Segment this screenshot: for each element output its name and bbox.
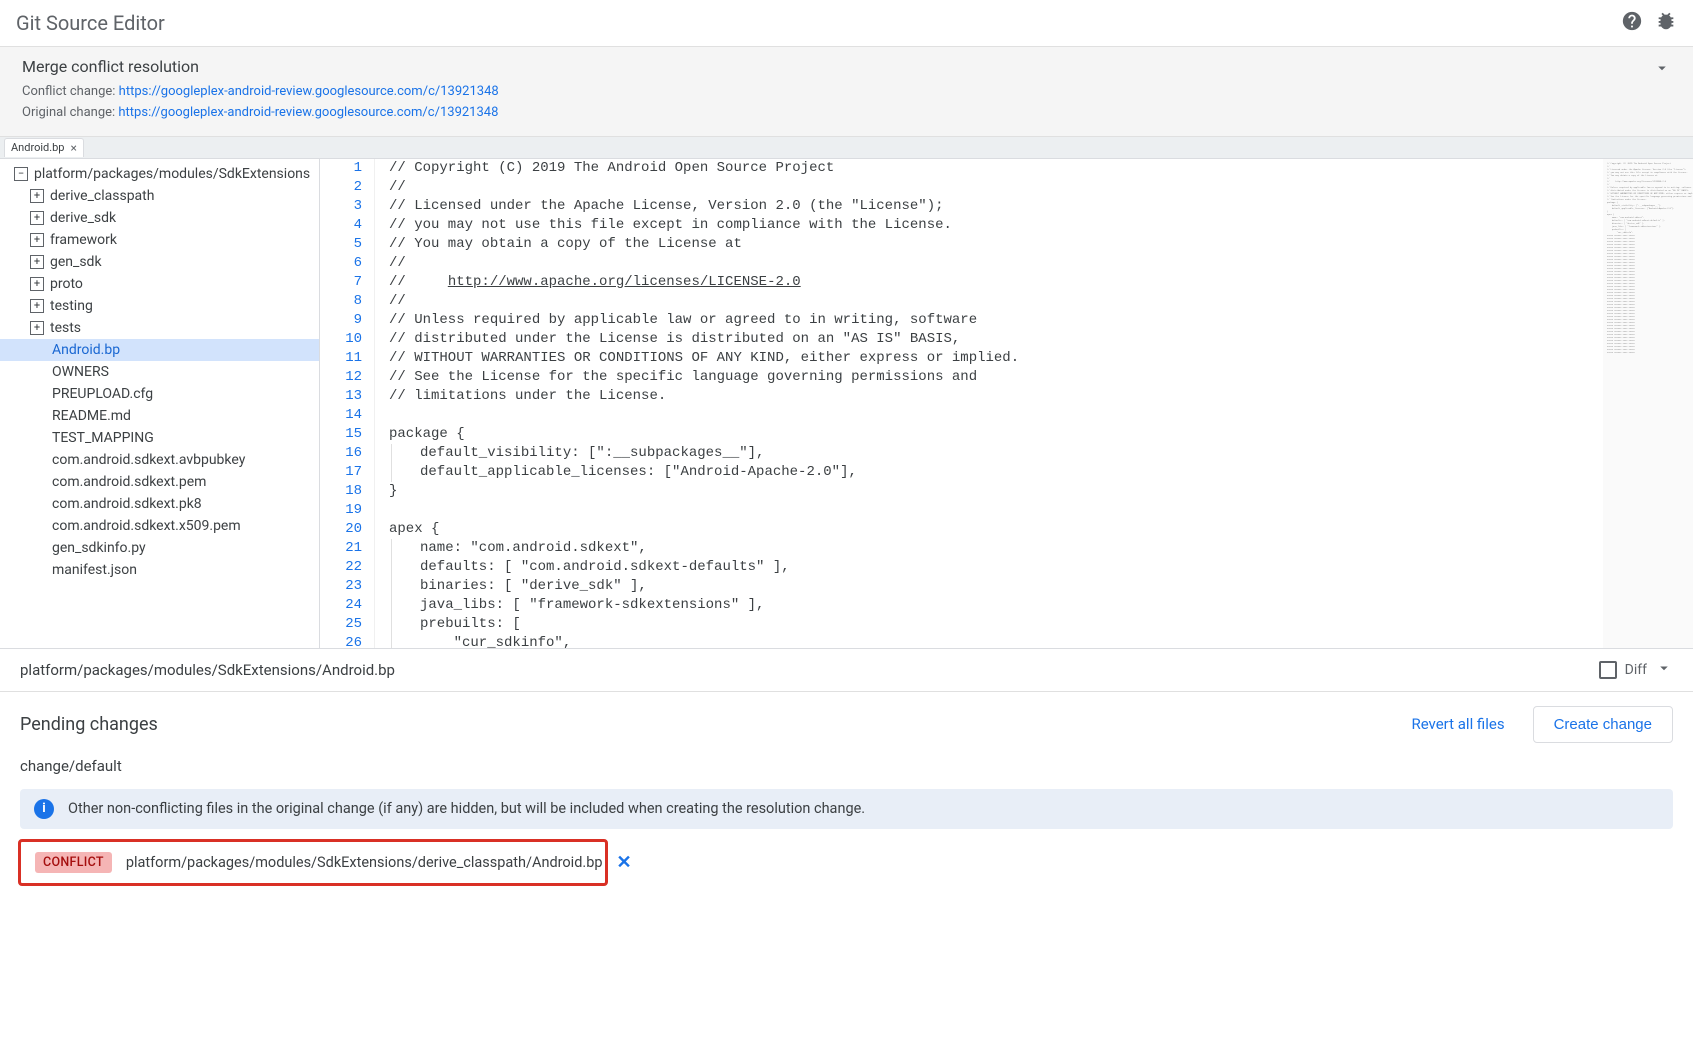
tree-folder[interactable]: + proto [0, 273, 319, 295]
tree-file[interactable]: Android.bp [0, 339, 319, 361]
tree-folder-label: derive_classpath [50, 188, 154, 204]
tree-file[interactable]: TEST_MAPPING [0, 427, 319, 449]
tree-file-label: OWNERS [52, 364, 109, 380]
tree-folder-label: derive_sdk [50, 210, 116, 226]
tree-file[interactable]: com.android.sdkext.pem [0, 471, 319, 493]
expand-icon[interactable]: + [30, 233, 44, 247]
close-icon[interactable]: × [70, 141, 76, 155]
tree-file-label: com.android.sdkext.avbpubkey [52, 452, 245, 468]
diff-label: Diff [1625, 662, 1647, 678]
info-icon: i [34, 799, 54, 819]
tree-file-label: Android.bp [52, 342, 120, 358]
tree-folder[interactable]: + testing [0, 295, 319, 317]
original-change-link[interactable]: https://googleplex-android-review.google… [118, 105, 498, 120]
tree-file-label: manifest.json [52, 562, 137, 578]
tree-file[interactable]: manifest.json [0, 559, 319, 581]
tree-folder[interactable]: + framework [0, 229, 319, 251]
tree-folder-label: proto [50, 276, 83, 292]
conflict-row[interactable]: CONFLICT platform/packages/modules/SdkEx… [18, 839, 608, 886]
expand-toggle[interactable] [1653, 59, 1671, 81]
change-name: change/default [20, 757, 1673, 775]
file-tab[interactable]: Android.bp × [4, 138, 84, 157]
minimap[interactable]: // Copyright (C) 2019 The Android Open S… [1603, 159, 1693, 648]
code-editor[interactable]: 1234567891011121314151617181920212223242… [320, 159, 1693, 648]
tree-folder[interactable]: + derive_sdk [0, 207, 319, 229]
line-gutter: 1234567891011121314151617181920212223242… [320, 159, 375, 648]
tree-file-label: com.android.sdkext.x509.pem [52, 518, 241, 534]
tree-root-label: platform/packages/modules/SdkExtensions [34, 166, 310, 182]
tree-file-label: PREUPLOAD.cfg [52, 386, 153, 402]
collapse-icon[interactable]: − [14, 167, 28, 181]
pending-title: Pending changes [20, 714, 1411, 735]
revert-all-link[interactable]: Revert all files [1411, 715, 1504, 733]
merge-title: Merge conflict resolution [22, 57, 1671, 76]
app-header: Git Source Editor [0, 0, 1693, 47]
file-tree[interactable]: − platform/packages/modules/SdkExtension… [0, 159, 320, 648]
create-change-button[interactable]: Create change [1533, 706, 1673, 743]
tree-file[interactable]: com.android.sdkext.x509.pem [0, 515, 319, 537]
app-title: Git Source Editor [16, 11, 1621, 35]
chevron-down-icon[interactable] [1655, 659, 1673, 681]
tree-folder-label: gen_sdk [50, 254, 102, 270]
tree-folder-label: testing [50, 298, 93, 314]
tree-folder-label: tests [50, 320, 81, 336]
expand-icon[interactable]: + [30, 189, 44, 203]
original-change-label: Original change: [22, 105, 118, 120]
original-change-row: Original change: https://googleplex-andr… [22, 103, 1671, 124]
editor-tabbar: Android.bp × [0, 137, 1693, 159]
tree-file[interactable]: PREUPLOAD.cfg [0, 383, 319, 405]
discard-conflict-icon[interactable]: ✕ [616, 852, 631, 873]
tree-folder[interactable]: + tests [0, 317, 319, 339]
help-icon[interactable] [1621, 10, 1643, 36]
expand-icon[interactable]: + [30, 277, 44, 291]
info-banner: i Other non-conflicting files in the ori… [20, 789, 1673, 829]
conflict-change-link[interactable]: https://googleplex-android-review.google… [119, 84, 499, 99]
tree-file[interactable]: README.md [0, 405, 319, 427]
merge-conflict-panel: Merge conflict resolution Conflict chang… [0, 47, 1693, 137]
tree-file-label: gen_sdkinfo.py [52, 540, 146, 556]
file-path: platform/packages/modules/SdkExtensions/… [20, 661, 1599, 679]
tree-folder-label: framework [50, 232, 117, 248]
tree-file-label: TEST_MAPPING [52, 430, 154, 446]
tree-file-label: README.md [52, 408, 131, 424]
expand-icon[interactable]: + [30, 299, 44, 313]
diff-checkbox[interactable] [1599, 661, 1617, 679]
conflict-change-row: Conflict change: https://googleplex-andr… [22, 82, 1671, 103]
path-bar: platform/packages/modules/SdkExtensions/… [0, 649, 1693, 692]
tree-file[interactable]: com.android.sdkext.pk8 [0, 493, 319, 515]
tree-file[interactable]: gen_sdkinfo.py [0, 537, 319, 559]
expand-icon[interactable]: + [30, 321, 44, 335]
conflict-badge: CONFLICT [35, 852, 112, 873]
info-text: Other non-conflicting files in the origi… [68, 800, 865, 817]
conflict-change-label: Conflict change: [22, 84, 119, 99]
tree-folder[interactable]: + derive_classpath [0, 185, 319, 207]
code-body[interactable]: // Copyright (C) 2019 The Android Open S… [375, 159, 1603, 648]
tree-file[interactable]: OWNERS [0, 361, 319, 383]
expand-icon[interactable]: + [30, 255, 44, 269]
tree-file[interactable]: com.android.sdkext.avbpubkey [0, 449, 319, 471]
tree-file-label: com.android.sdkext.pk8 [52, 496, 202, 512]
expand-icon[interactable]: + [30, 211, 44, 225]
conflict-file-path: platform/packages/modules/SdkExtensions/… [126, 854, 603, 871]
tree-file-label: com.android.sdkext.pem [52, 474, 206, 490]
main-split: − platform/packages/modules/SdkExtension… [0, 159, 1693, 649]
license-link[interactable]: http://www.apache.org/licenses/LICENSE-2… [448, 274, 801, 290]
tab-label: Android.bp [11, 141, 64, 154]
diff-control[interactable]: Diff [1599, 659, 1673, 681]
tree-folder[interactable]: + gen_sdk [0, 251, 319, 273]
bug-icon[interactable] [1655, 10, 1677, 36]
tree-root[interactable]: − platform/packages/modules/SdkExtension… [0, 163, 319, 185]
pending-changes-panel: Pending changes Revert all files Create … [0, 692, 1693, 894]
